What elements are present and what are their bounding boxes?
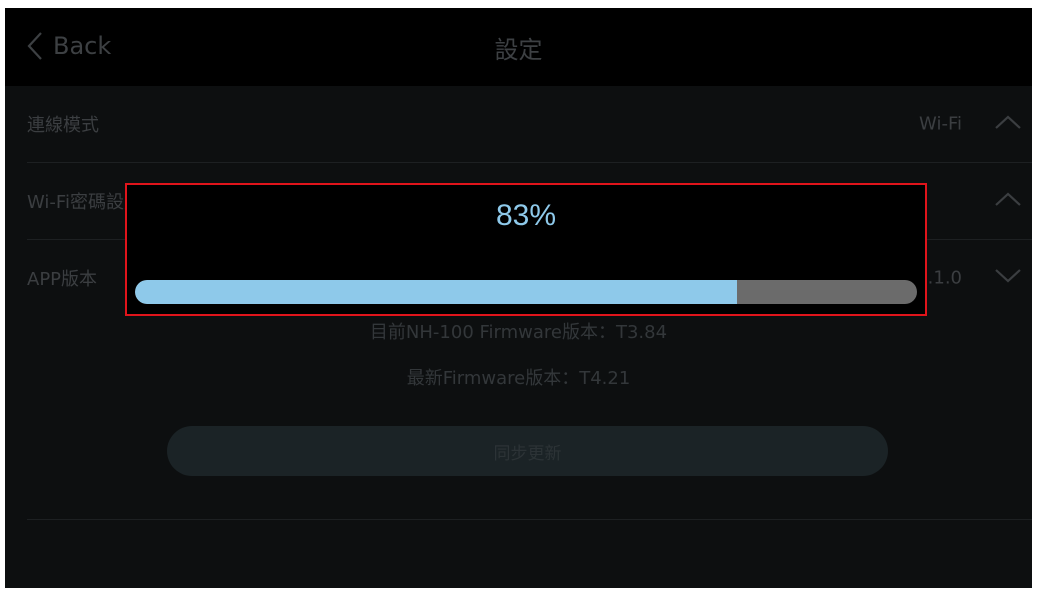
row-connection-mode[interactable]: 連線模式 Wi-Fi [27, 86, 1032, 163]
progress-percent: 83% [495, 199, 557, 232]
latest-firmware-version: 最新Firmware版本：T4.21 [406, 368, 631, 389]
progress-track [135, 280, 917, 304]
current-firmware-version: 目前NH-100 Firmware版本：T3.84 [369, 322, 668, 343]
row-label: APP版本 [27, 269, 98, 290]
chevron-down-icon[interactable] [994, 268, 1022, 288]
progress-fill [135, 280, 738, 304]
divider [27, 519, 1032, 520]
page-title: 設定 [494, 36, 543, 64]
update-progress-dialog: 83% [125, 183, 927, 316]
header-bar: Back 設定 [5, 8, 1032, 86]
chevron-up-icon[interactable] [994, 114, 1022, 134]
row-label: 連線模式 [27, 115, 99, 136]
sync-update-button[interactable]: 同步更新 [167, 426, 888, 476]
chevron-up-icon[interactable] [994, 191, 1022, 211]
row-value: Wi-Fi [919, 113, 962, 135]
